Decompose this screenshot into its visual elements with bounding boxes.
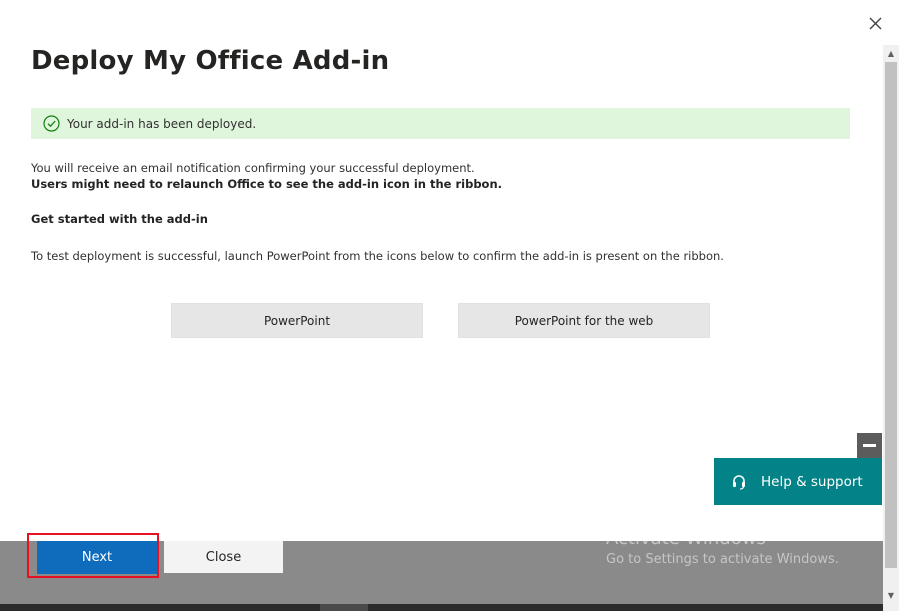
next-button[interactable]: Next (37, 541, 157, 574)
test-instructions: To test deployment is successful, launch… (31, 249, 724, 263)
taskbar-strip (0, 604, 883, 611)
watermark-title: Activate Windows (606, 528, 766, 549)
minimize-icon (863, 444, 876, 447)
email-notice: You will receive an email notification c… (31, 161, 475, 175)
scrollbar-thumb[interactable] (885, 62, 897, 568)
scroll-down-arrow-icon[interactable]: ▼ (883, 587, 899, 603)
activate-windows-watermark: Activate Windows Go to Settings to activ… (606, 528, 839, 567)
scroll-up-arrow-icon[interactable]: ▲ (883, 45, 899, 61)
help-support-button[interactable]: Help & support (714, 458, 882, 505)
headset-icon (733, 474, 745, 490)
close-icon[interactable] (864, 12, 886, 34)
relaunch-notice: Users might need to relaunch Office to s… (31, 177, 503, 191)
help-support-label: Help & support (761, 473, 863, 490)
success-message-text: Your add-in has been deployed. (67, 116, 257, 131)
success-message-bar: Your add-in has been deployed. (31, 108, 850, 139)
get-started-heading: Get started with the add-in (31, 212, 208, 226)
help-minimize-button[interactable] (857, 433, 882, 458)
powerpoint-web-button[interactable]: PowerPoint for the web (458, 303, 710, 338)
page-title: Deploy My Office Add-in (31, 46, 390, 76)
taskbar-tab (320, 604, 368, 611)
close-button[interactable]: Close (164, 541, 283, 573)
powerpoint-button[interactable]: PowerPoint (171, 303, 423, 338)
deploy-dialog: Deploy My Office Add-in Your add-in has … (0, 0, 899, 611)
watermark-subtitle: Go to Settings to activate Windows. (606, 552, 839, 567)
check-circle-icon (43, 115, 60, 132)
